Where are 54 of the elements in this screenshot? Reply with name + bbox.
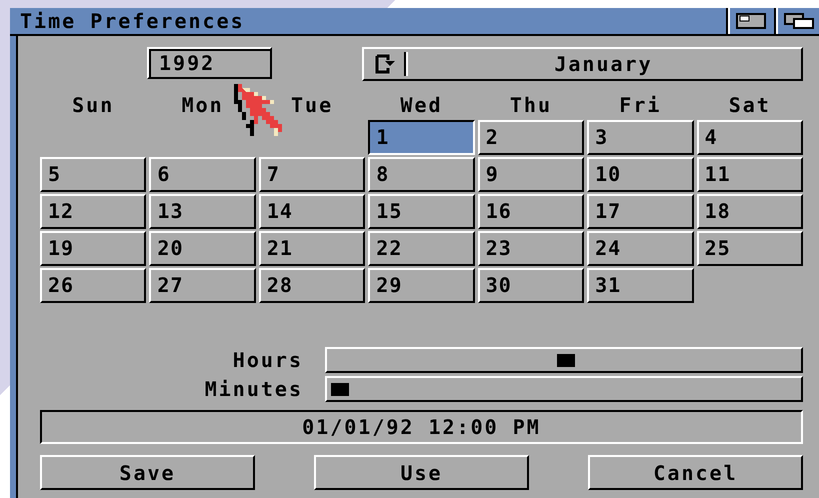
day-button[interactable]: 9 [478,157,584,192]
day-button[interactable]: 18 [696,194,803,229]
day-button[interactable]: 22 [368,231,475,266]
day-button[interactable]: 19 [40,231,146,266]
slider-thumb[interactable] [557,354,575,367]
window-title: Time Preferences [20,9,246,33]
day-button[interactable]: 17 [587,194,694,229]
year-field[interactable]: 1992 [147,47,272,79]
day-button[interactable]: 10 [587,157,694,192]
day-button[interactable]: 20 [149,231,256,266]
weekday-label: Mon [182,93,224,118]
weekday-label: Fri [619,93,662,118]
day-button[interactable]: 14 [258,194,366,229]
day-button[interactable]: 26 [40,268,146,303]
weekday-label: Sun [72,93,114,118]
slider-track[interactable] [325,376,803,402]
day-button[interactable]: 13 [149,194,256,229]
day-button[interactable]: 29 [368,268,475,303]
day-button[interactable]: 31 [587,268,694,303]
slider-label: Minutes [204,377,303,401]
day-button[interactable]: 27 [149,268,256,303]
day-button[interactable]: 24 [587,231,694,266]
day-button[interactable]: 21 [258,231,366,266]
zoom-gadget-icon[interactable] [736,13,766,29]
slider-thumb[interactable] [331,383,349,396]
slider-label: Hours [232,348,303,372]
month-cycle-button[interactable]: January [362,47,803,81]
day-button[interactable]: 15 [368,194,475,229]
day-button[interactable]: 3 [587,120,694,155]
weekday-label: Thu [510,93,552,118]
day-button[interactable]: 25 [696,231,803,266]
datetime-display: 01/01/92 12:00 PM [40,410,803,444]
day-button[interactable]: 6 [149,157,256,192]
day-button[interactable]: 2 [478,120,584,155]
day-button[interactable]: 30 [478,268,584,303]
day-button[interactable]: 28 [258,268,366,303]
weekday-label: Sat [728,93,771,118]
day-button[interactable]: 11 [696,157,803,192]
day-button[interactable]: 5 [40,157,146,192]
day-button[interactable]: 8 [368,157,475,192]
day-button[interactable]: 7 [258,157,366,192]
day-button[interactable]: 16 [478,194,584,229]
day-button[interactable]: 4 [696,120,803,155]
day-button[interactable]: 12 [40,194,146,229]
cycle-icon [374,53,396,75]
day-button[interactable]: 1 [368,120,475,155]
slider-track[interactable] [325,347,803,373]
action-button[interactable]: Cancel [588,455,803,490]
action-button[interactable]: Save [40,455,255,490]
action-button[interactable]: Use [314,455,529,490]
day-button[interactable]: 23 [478,231,584,266]
weekday-label: Tue [291,93,334,118]
weekday-label: Wed [400,93,443,118]
depth-gadget-icon[interactable] [784,13,814,29]
